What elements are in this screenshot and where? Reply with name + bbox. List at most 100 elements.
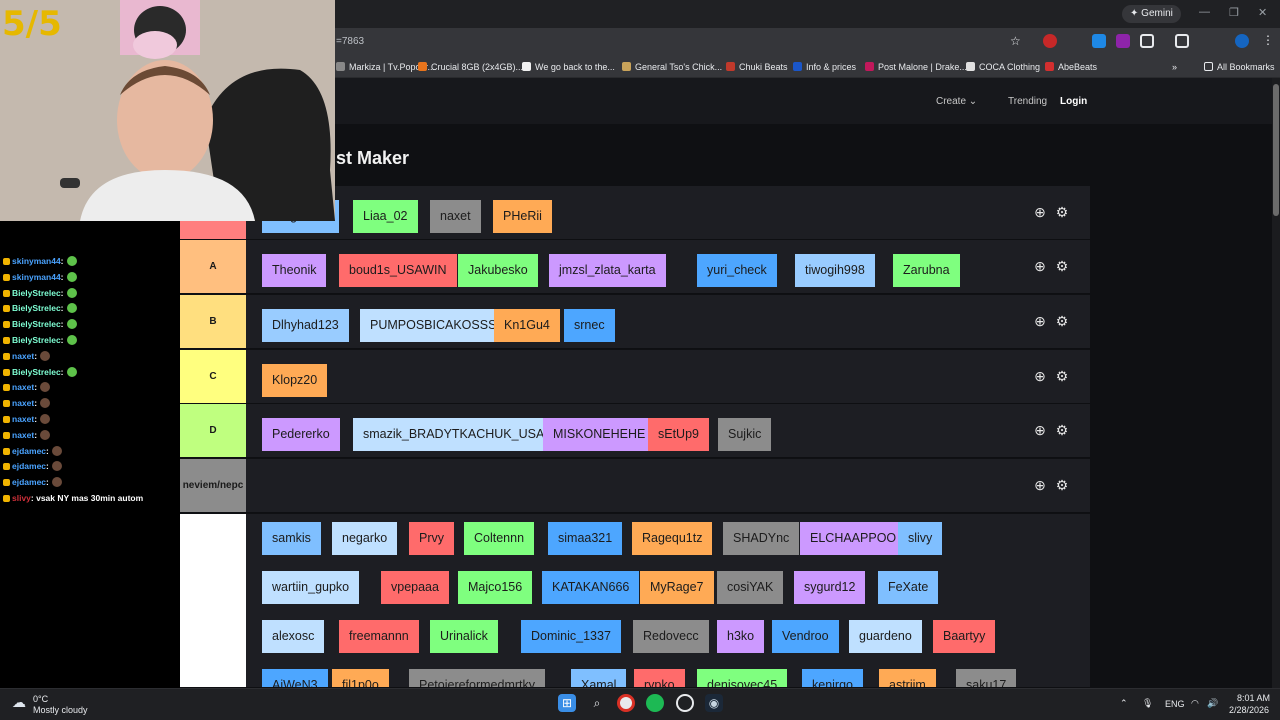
chevron-right-icon[interactable]: » [1172, 59, 1177, 75]
app-icon[interactable] [676, 694, 694, 712]
tier-label[interactable]: A [180, 240, 246, 293]
trending-link[interactable]: Trending [1008, 96, 1047, 107]
pool-item[interactable]: MyRage7 [640, 571, 714, 604]
add-circle-icon[interactable]: ⊕ [1032, 422, 1048, 438]
pool-item[interactable]: ELCHAAPPOO [800, 522, 907, 555]
chevron-up-icon[interactable]: ⌃ [1120, 698, 1128, 709]
chat-username[interactable]: naxet [12, 351, 34, 361]
tier-label[interactable]: C [180, 350, 246, 403]
extension-icon[interactable] [1043, 34, 1057, 48]
tier-item[interactable]: Klopz20 [262, 364, 328, 397]
pool-item[interactable]: SHADYnc [723, 522, 800, 555]
pool-item[interactable]: Vendroo [772, 620, 839, 653]
pool-item[interactable]: sygurd12 [794, 571, 866, 604]
pool-item[interactable]: Coltennn [464, 522, 535, 555]
pool-item[interactable]: samkis [262, 522, 321, 555]
pool-item[interactable]: Petojereformedmrtky [409, 669, 546, 687]
language-indicator[interactable]: ENG [1165, 699, 1185, 709]
login-link[interactable]: Login [1060, 96, 1087, 107]
gear-icon[interactable]: ⚙ [1054, 313, 1070, 329]
restore-icon[interactable]: ❐ [1229, 6, 1239, 19]
pool-item[interactable]: rypko [634, 669, 685, 687]
chat-username[interactable]: BielyStrelec [12, 335, 61, 345]
chat-username[interactable]: naxet [12, 398, 34, 408]
pool-item[interactable]: saku17 [956, 669, 1017, 687]
tier-item[interactable]: PHeRii [493, 200, 552, 233]
tier-item[interactable]: Jakubesko [458, 254, 538, 287]
pool-item[interactable]: Xamal [571, 669, 627, 687]
url-text[interactable]: =7863 [336, 36, 364, 47]
pool-item[interactable]: Dominic_1337 [521, 620, 621, 653]
add-circle-icon[interactable]: ⊕ [1032, 313, 1048, 329]
tier-item[interactable]: naxet [430, 200, 481, 233]
gear-icon[interactable]: ⚙ [1054, 477, 1070, 493]
pool-item[interactable]: h3ko [717, 620, 765, 653]
tier-item[interactable]: Pedererko [262, 418, 340, 451]
chat-username[interactable]: naxet [12, 414, 34, 424]
tier-label[interactable]: B [180, 295, 246, 348]
chat-username[interactable]: ejdamec [12, 461, 46, 471]
pool-item[interactable]: simaa321 [548, 522, 623, 555]
extension-icon[interactable] [1092, 34, 1106, 48]
bookmark-item[interactable]: Post Malone | Drake... [865, 59, 967, 75]
chat-username[interactable]: BielyStrelec [12, 319, 61, 329]
steam-icon[interactable]: ◉ [705, 694, 723, 712]
scrollbar-thumb[interactable] [1273, 84, 1279, 216]
pool-item[interactable]: cosiYAK [717, 571, 784, 604]
tier-item[interactable]: MISKONEHEHE [543, 418, 656, 451]
pool-item[interactable]: slivy [898, 522, 943, 555]
pool-item[interactable]: AiWeN3 [262, 669, 328, 687]
bookmark-item[interactable]: We go back to the... [522, 59, 615, 75]
weather-desc[interactable]: Mostly cloudy [33, 705, 88, 715]
tier-label[interactable]: D [180, 404, 246, 457]
chat-username[interactable]: BielyStrelec [12, 303, 61, 313]
bookmark-item[interactable]: AbeBeats [1045, 59, 1097, 75]
tier-item[interactable]: tiwogih998 [795, 254, 875, 287]
gemini-button[interactable]: ✦ Gemini [1122, 5, 1181, 23]
gear-icon[interactable]: ⚙ [1054, 422, 1070, 438]
pool-item[interactable]: guardeno [849, 620, 922, 653]
tier-item[interactable]: Zarubna [893, 254, 960, 287]
chrome-icon[interactable] [617, 694, 635, 712]
gear-icon[interactable]: ⚙ [1054, 258, 1070, 274]
add-circle-icon[interactable]: ⊕ [1032, 368, 1048, 384]
chat-username[interactable]: skinyman44 [12, 256, 61, 266]
add-circle-icon[interactable]: ⊕ [1032, 477, 1048, 493]
search-icon[interactable]: ⌕ [588, 694, 606, 712]
pool-item[interactable]: wartiin_gupko [262, 571, 360, 604]
add-circle-icon[interactable]: ⊕ [1032, 258, 1048, 274]
bookmark-item[interactable]: Chuki Beats [726, 59, 788, 75]
pool-item[interactable]: KATAKAN666 [542, 571, 640, 604]
bookmark-item[interactable]: Crucial 8GB (2x4GB)... [418, 59, 523, 75]
avatar[interactable] [1235, 34, 1249, 48]
wifi-icon[interactable]: ◠ [1191, 698, 1199, 709]
pool-item[interactable]: astriim [879, 669, 936, 687]
pool-item[interactable]: fil1p0o [332, 669, 389, 687]
clock-time[interactable]: 8:01 AM [1237, 693, 1270, 703]
chat-username[interactable]: ejdamec [12, 446, 46, 456]
close-icon[interactable]: ✕ [1258, 6, 1267, 19]
tier-label[interactable]: neviem/nepc [180, 459, 246, 512]
tier-item[interactable]: smazik_BRADYTKACHUK_USA [353, 418, 555, 451]
chat-username[interactable]: slivy [12, 493, 31, 503]
tier-item[interactable]: PUMPOSBICAKOSSS [360, 309, 507, 342]
gear-icon[interactable]: ⚙ [1054, 204, 1070, 220]
tier-item[interactable]: yuri_check [697, 254, 777, 287]
all-bookmarks[interactable]: All Bookmarks [1204, 59, 1275, 75]
bookmark-item[interactable]: COCA Clothing [966, 59, 1040, 75]
start-icon[interactable]: ⊞ [558, 694, 576, 712]
star-icon[interactable]: ☆ [1010, 34, 1021, 48]
pool-item[interactable]: kenirgo [802, 669, 863, 687]
pool-item[interactable]: vpepaaa [381, 571, 449, 604]
tier-item[interactable]: boud1s_USAWIN [339, 254, 457, 287]
media-icon[interactable] [1175, 34, 1189, 48]
add-circle-icon[interactable]: ⊕ [1032, 204, 1048, 220]
volume-icon[interactable]: 🔊 [1207, 698, 1218, 709]
gear-icon[interactable]: ⚙ [1054, 368, 1070, 384]
tier-item[interactable]: srnec [564, 309, 615, 342]
pool-item[interactable]: denisovec45 [697, 669, 788, 687]
pool-item[interactable]: Redovecc [633, 620, 709, 653]
chat-username[interactable]: naxet [12, 382, 34, 392]
puzzle-icon[interactable] [1140, 34, 1154, 48]
create-menu[interactable]: Create ⌄ [936, 96, 977, 107]
